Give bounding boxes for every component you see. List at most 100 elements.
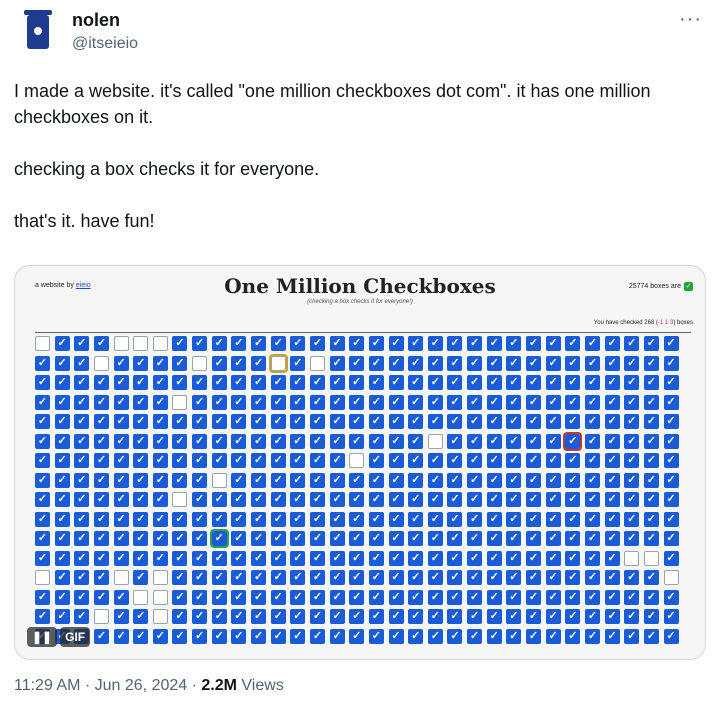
checkbox[interactable] (624, 492, 640, 507)
checkbox[interactable] (427, 609, 443, 624)
checkbox[interactable] (329, 355, 345, 371)
checkbox[interactable] (290, 511, 306, 527)
checkbox[interactable] (152, 472, 168, 488)
checkbox[interactable] (408, 375, 424, 390)
checkbox[interactable] (506, 375, 522, 390)
checkbox[interactable] (545, 550, 561, 566)
checkbox[interactable] (604, 336, 620, 351)
checkbox[interactable] (486, 453, 502, 468)
checkbox[interactable] (624, 550, 640, 566)
checkbox[interactable] (427, 628, 443, 644)
checkbox[interactable] (604, 531, 620, 546)
tweet-date[interactable]: Jun 26, 2024 (95, 677, 188, 694)
checkbox[interactable] (251, 628, 267, 644)
checkbox[interactable] (192, 492, 208, 507)
checkbox[interactable] (643, 609, 659, 624)
checkbox[interactable] (467, 550, 483, 566)
checkbox[interactable] (270, 628, 286, 644)
checkbox[interactable] (565, 511, 581, 527)
checkbox[interactable] (309, 492, 325, 507)
checkbox[interactable] (133, 472, 149, 488)
checkbox[interactable] (624, 628, 640, 644)
pause-icon[interactable]: ❚❚ (27, 627, 58, 647)
checkbox[interactable] (349, 570, 365, 585)
checkbox[interactable] (545, 492, 561, 507)
checkbox[interactable] (368, 336, 384, 351)
checkbox[interactable] (545, 511, 561, 527)
checkbox[interactable] (506, 453, 522, 468)
checkbox[interactable] (565, 570, 581, 585)
checkbox[interactable] (133, 570, 149, 585)
checkbox[interactable] (486, 375, 502, 390)
checkbox[interactable] (506, 570, 522, 585)
checkbox[interactable] (251, 355, 267, 371)
checkbox[interactable] (251, 609, 267, 624)
checkbox[interactable] (35, 414, 50, 429)
checkbox[interactable] (93, 609, 109, 624)
tweet-media[interactable]: a website by eieio One Million Checkboxe… (14, 265, 706, 660)
checkbox[interactable] (74, 394, 90, 410)
checkbox[interactable] (54, 589, 70, 605)
checkbox[interactable] (584, 628, 600, 644)
checkbox[interactable] (54, 433, 70, 449)
checkbox[interactable] (309, 394, 325, 410)
checkbox[interactable] (526, 492, 542, 507)
checkbox[interactable] (329, 453, 345, 468)
checkbox[interactable] (329, 550, 345, 566)
checkbox[interactable] (584, 589, 600, 605)
checkbox[interactable] (506, 492, 522, 507)
checkbox[interactable] (251, 453, 267, 468)
checkbox[interactable] (54, 355, 70, 371)
tweet-time[interactable]: 11:29 AM (14, 677, 80, 694)
checkbox[interactable] (408, 492, 424, 507)
checkbox[interactable] (35, 355, 50, 371)
checkbox[interactable] (447, 570, 463, 585)
checkbox[interactable] (133, 375, 149, 390)
checkbox[interactable] (526, 589, 542, 605)
checkbox[interactable] (486, 414, 502, 429)
checkbox[interactable] (93, 414, 109, 429)
checkbox[interactable] (270, 375, 286, 390)
checkbox[interactable] (526, 355, 542, 371)
checkbox[interactable] (447, 472, 463, 488)
checkbox[interactable] (93, 336, 109, 351)
checkbox[interactable] (584, 492, 600, 507)
checkbox[interactable] (152, 628, 168, 644)
checkbox[interactable] (604, 628, 620, 644)
checkbox[interactable] (192, 394, 208, 410)
checkbox[interactable] (427, 492, 443, 507)
checkbox[interactable] (388, 394, 404, 410)
checkbox[interactable] (506, 531, 522, 546)
checkbox[interactable] (506, 414, 522, 429)
checkbox[interactable] (113, 433, 129, 449)
checkbox[interactable] (133, 492, 149, 507)
checkbox[interactable] (447, 375, 463, 390)
checkbox[interactable] (35, 589, 50, 605)
checkbox[interactable] (584, 550, 600, 566)
checkbox[interactable] (506, 394, 522, 410)
checkbox[interactable] (467, 628, 483, 644)
checkbox[interactable] (270, 414, 286, 429)
checkbox[interactable] (663, 414, 679, 429)
checkbox[interactable] (584, 472, 600, 488)
checkbox[interactable] (447, 433, 463, 449)
checkbox[interactable] (133, 531, 149, 546)
checkbox[interactable] (309, 570, 325, 585)
checkbox[interactable] (408, 511, 424, 527)
checkbox[interactable] (152, 531, 168, 546)
checkbox[interactable] (54, 511, 70, 527)
checkbox[interactable] (506, 628, 522, 644)
checkbox[interactable] (231, 472, 247, 488)
checkbox[interactable] (388, 355, 404, 371)
checkbox[interactable] (290, 550, 306, 566)
checkbox[interactable] (467, 453, 483, 468)
checkbox[interactable] (93, 355, 109, 371)
author-name[interactable]: nolen (72, 10, 120, 31)
checkbox[interactable] (545, 609, 561, 624)
checkbox[interactable] (172, 531, 188, 546)
checkbox[interactable] (604, 394, 620, 410)
checkbox[interactable] (526, 336, 542, 351)
checkbox[interactable] (486, 589, 502, 605)
checkbox[interactable] (368, 375, 384, 390)
checkbox[interactable] (211, 589, 227, 605)
